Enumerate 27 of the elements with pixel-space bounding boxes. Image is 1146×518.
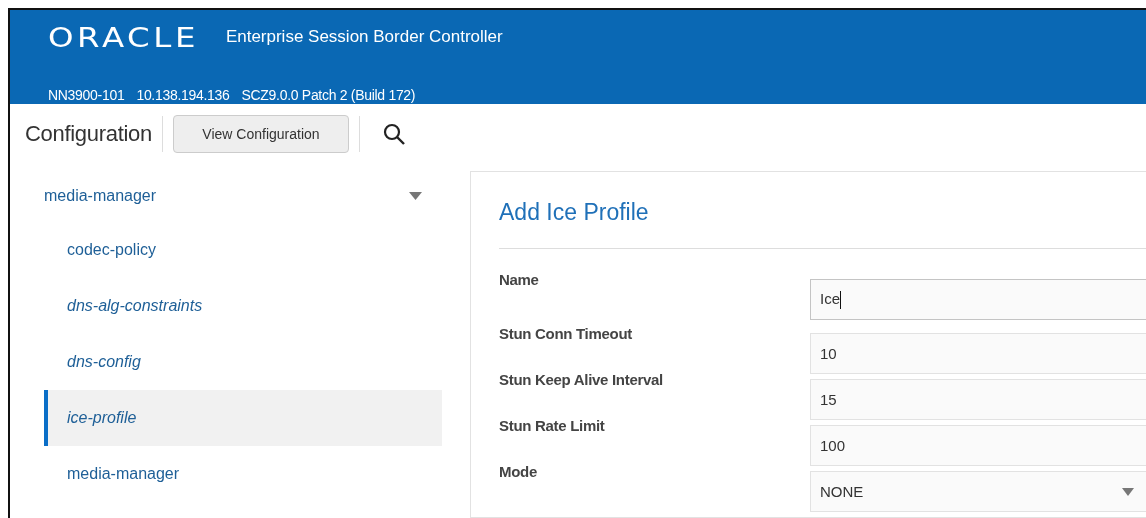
form-title: Add Ice Profile <box>499 172 1146 249</box>
system-info: 10.138.194.136 <box>136 87 230 103</box>
caret-icon[interactable] <box>409 192 422 200</box>
sidebar-item[interactable]: codec-policy <box>44 222 442 278</box>
sidebar-item[interactable]: media-manager <box>44 446 442 502</box>
product-title: Enterprise Session Border Controller <box>225 27 503 47</box>
input-field[interactable]: 15 <box>810 379 1146 420</box>
field-label: Stun Rate Limit <box>499 417 606 436</box>
page-title: Configuration <box>25 121 152 148</box>
input-field[interactable]: 10 <box>810 333 1146 374</box>
field-label: Stun Conn Timeout <box>499 325 633 344</box>
logo: ORACLE <box>48 21 200 53</box>
search-icon[interactable] <box>381 122 406 147</box>
input-field[interactable]: Ice <box>810 279 1146 320</box>
view-configuration-button[interactable]: View Configuration <box>172 115 349 154</box>
sidebar-item[interactable]: dns-config <box>44 334 442 390</box>
field-label: Mode <box>499 463 538 482</box>
system-info: NN3900-101 <box>48 87 125 103</box>
sidebar-item[interactable]: dns-alg-constraints <box>44 278 442 334</box>
caret-icon <box>1122 487 1134 496</box>
input-field[interactable]: 100 <box>810 425 1146 466</box>
field-label: Name <box>499 271 540 290</box>
sidebar-item[interactable]: ice-profile <box>44 390 442 446</box>
mode-select[interactable]: NONE <box>810 471 1146 512</box>
system-info: SCZ9.0.0 Patch 2 (Build 172) <box>241 87 416 103</box>
tree-group[interactable]: media-manager <box>44 187 157 205</box>
field-label: Stun Keep Alive Interval <box>499 371 664 390</box>
